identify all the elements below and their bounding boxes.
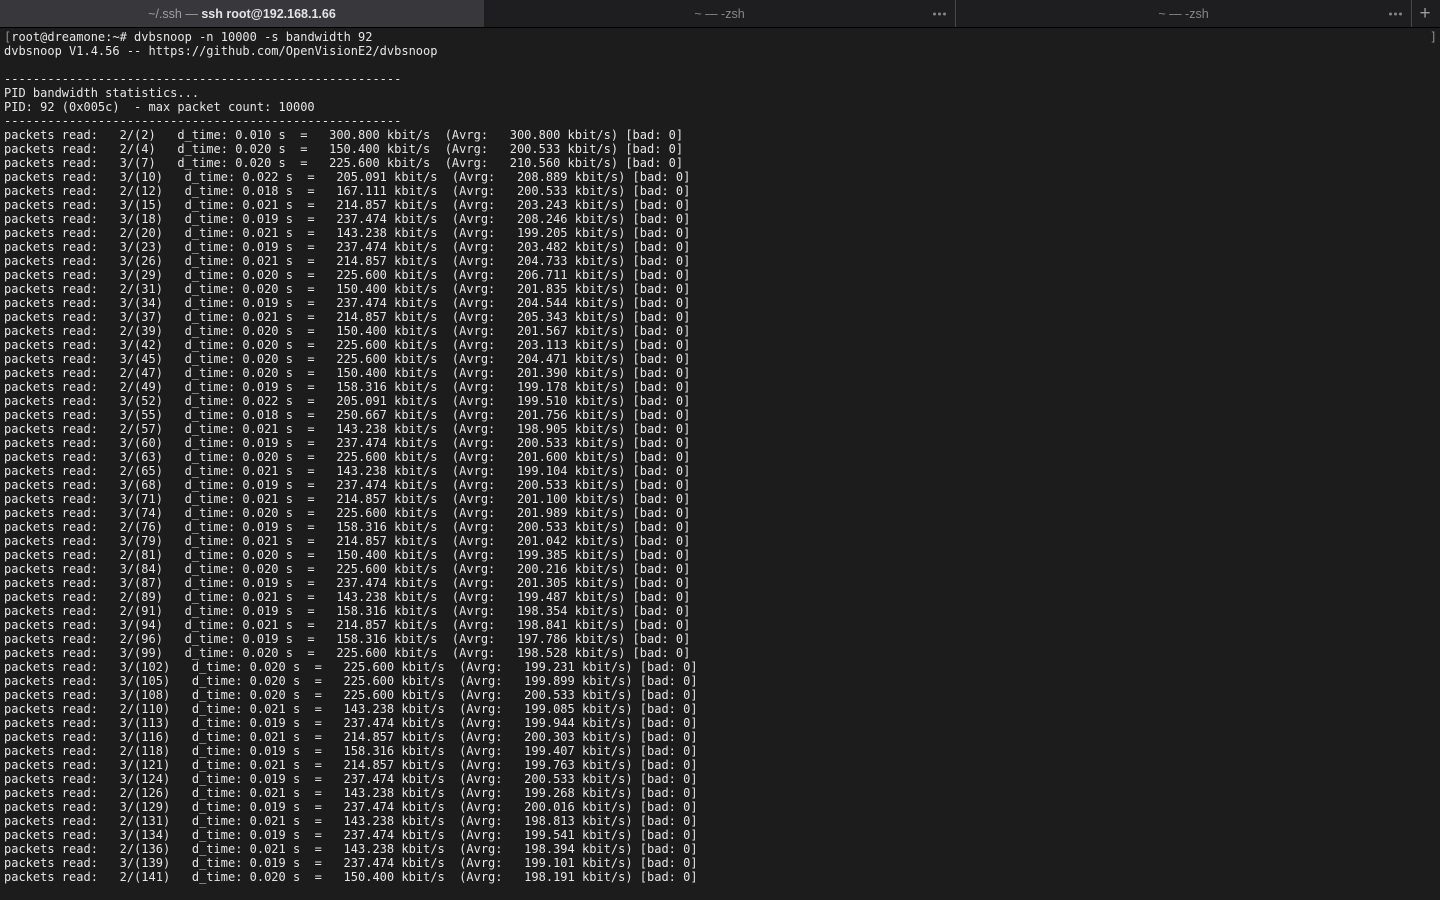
terminal-line: packets read: 2/(81) d_time: 0.020 s = 1… bbox=[4, 548, 1440, 562]
terminal-line: packets read: 2/(39) d_time: 0.020 s = 1… bbox=[4, 324, 1440, 338]
tab-bar: ~/.ssh — ssh root@192.168.1.66 ~ — -zsh … bbox=[0, 0, 1440, 28]
terminal-line: packets read: 3/(121) d_time: 0.021 s = … bbox=[4, 758, 1440, 772]
terminal-line: [root@dreamone:~# dvbsnoop -n 10000 -s b… bbox=[4, 30, 1440, 44]
terminal-line: packets read: 3/(74) d_time: 0.020 s = 2… bbox=[4, 506, 1440, 520]
terminal-line: packets read: 3/(45) d_time: 0.020 s = 2… bbox=[4, 352, 1440, 366]
terminal-line: packets read: 3/(63) d_time: 0.020 s = 2… bbox=[4, 450, 1440, 464]
tab-title: ~ — -zsh bbox=[694, 7, 744, 21]
right-edge-mark: ] bbox=[1430, 30, 1437, 44]
terminal-line: packets read: 3/(55) d_time: 0.018 s = 2… bbox=[4, 408, 1440, 422]
terminal-line: dvbsnoop V1.4.56 -- https://github.com/O… bbox=[4, 44, 1440, 58]
terminal-line: packets read: 3/(60) d_time: 0.019 s = 2… bbox=[4, 436, 1440, 450]
ellipsis-icon[interactable] bbox=[1389, 12, 1402, 15]
terminal-line: packets read: 2/(65) d_time: 0.021 s = 1… bbox=[4, 464, 1440, 478]
terminal-line: packets read: 2/(110) d_time: 0.021 s = … bbox=[4, 702, 1440, 716]
plus-icon: + bbox=[1419, 3, 1430, 25]
terminal-line: packets read: 2/(57) d_time: 0.021 s = 1… bbox=[4, 422, 1440, 436]
terminal-line: packets read: 3/(99) d_time: 0.020 s = 2… bbox=[4, 646, 1440, 660]
terminal-line: packets read: 2/(2) d_time: 0.010 s = 30… bbox=[4, 128, 1440, 142]
terminal-line: packets read: 3/(108) d_time: 0.020 s = … bbox=[4, 688, 1440, 702]
terminal-line: packets read: 3/(105) d_time: 0.020 s = … bbox=[4, 674, 1440, 688]
terminal-line: packets read: 2/(4) d_time: 0.020 s = 15… bbox=[4, 142, 1440, 156]
terminal-line: packets read: 3/(34) d_time: 0.019 s = 2… bbox=[4, 296, 1440, 310]
terminal-line: packets read: 2/(136) d_time: 0.021 s = … bbox=[4, 842, 1440, 856]
terminal-line: packets read: 3/(71) d_time: 0.021 s = 2… bbox=[4, 492, 1440, 506]
terminal-line: ----------------------------------------… bbox=[4, 114, 1440, 128]
terminal-line: packets read: 3/(18) d_time: 0.019 s = 2… bbox=[4, 212, 1440, 226]
terminal-line: packets read: 2/(141) d_time: 0.020 s = … bbox=[4, 870, 1440, 884]
tab-title-command: ssh root@192.168.1.66 bbox=[201, 7, 336, 21]
new-tab-button[interactable]: + bbox=[1411, 0, 1438, 27]
terminal-line: packets read: 3/(52) d_time: 0.022 s = 2… bbox=[4, 394, 1440, 408]
tab-zsh-1[interactable]: ~ — -zsh bbox=[484, 0, 955, 27]
terminal-line: packets read: 3/(79) d_time: 0.021 s = 2… bbox=[4, 534, 1440, 548]
ellipsis-icon[interactable] bbox=[933, 12, 946, 15]
terminal-line: packets read: 3/(84) d_time: 0.020 s = 2… bbox=[4, 562, 1440, 576]
terminal-line: packets read: 3/(37) d_time: 0.021 s = 2… bbox=[4, 310, 1440, 324]
terminal-line: packets read: 3/(29) d_time: 0.020 s = 2… bbox=[4, 268, 1440, 282]
terminal-line: packets read: 2/(118) d_time: 0.019 s = … bbox=[4, 744, 1440, 758]
terminal-line: packets read: 3/(129) d_time: 0.019 s = … bbox=[4, 800, 1440, 814]
terminal-line: packets read: 3/(10) d_time: 0.022 s = 2… bbox=[4, 170, 1440, 184]
terminal-line: packets read: 3/(42) d_time: 0.020 s = 2… bbox=[4, 338, 1440, 352]
terminal-line: packets read: 2/(126) d_time: 0.021 s = … bbox=[4, 786, 1440, 800]
tab-title-path: ~/.ssh — bbox=[148, 7, 201, 21]
terminal-line: packets read: 3/(26) d_time: 0.021 s = 2… bbox=[4, 254, 1440, 268]
terminal-line: packets read: 3/(68) d_time: 0.019 s = 2… bbox=[4, 478, 1440, 492]
terminal-line: packets read: 2/(89) d_time: 0.021 s = 1… bbox=[4, 590, 1440, 604]
terminal-line: packets read: 3/(139) d_time: 0.019 s = … bbox=[4, 856, 1440, 870]
terminal-line: packets read: 2/(12) d_time: 0.018 s = 1… bbox=[4, 184, 1440, 198]
terminal-line: packets read: 2/(131) d_time: 0.021 s = … bbox=[4, 814, 1440, 828]
terminal-line: packets read: 3/(15) d_time: 0.021 s = 2… bbox=[4, 198, 1440, 212]
terminal-line bbox=[4, 58, 1440, 72]
terminal-line: PID bandwidth statistics... bbox=[4, 86, 1440, 100]
terminal-line: packets read: 3/(116) d_time: 0.021 s = … bbox=[4, 730, 1440, 744]
tab-title: ~/.ssh — ssh root@192.168.1.66 bbox=[148, 7, 336, 21]
terminal-line: packets read: 2/(91) d_time: 0.019 s = 1… bbox=[4, 604, 1440, 618]
terminal-line: packets read: 3/(124) d_time: 0.019 s = … bbox=[4, 772, 1440, 786]
terminal-line: packets read: 3/(113) d_time: 0.019 s = … bbox=[4, 716, 1440, 730]
tab-zsh-2[interactable]: ~ — -zsh bbox=[955, 0, 1411, 27]
terminal-line: packets read: 2/(47) d_time: 0.020 s = 1… bbox=[4, 366, 1440, 380]
terminal-line: packets read: 3/(23) d_time: 0.019 s = 2… bbox=[4, 240, 1440, 254]
terminal-line: packets read: 2/(96) d_time: 0.019 s = 1… bbox=[4, 632, 1440, 646]
terminal-line: packets read: 2/(20) d_time: 0.021 s = 1… bbox=[4, 226, 1440, 240]
terminal-line: PID: 92 (0x005c) - max packet count: 100… bbox=[4, 100, 1440, 114]
terminal-line: packets read: 3/(87) d_time: 0.019 s = 2… bbox=[4, 576, 1440, 590]
terminal-line: packets read: 2/(31) d_time: 0.020 s = 1… bbox=[4, 282, 1440, 296]
terminal-line: packets read: 3/(134) d_time: 0.019 s = … bbox=[4, 828, 1440, 842]
terminal-line: packets read: 2/(49) d_time: 0.019 s = 1… bbox=[4, 380, 1440, 394]
terminal-line: packets read: 3/(102) d_time: 0.020 s = … bbox=[4, 660, 1440, 674]
terminal-line: packets read: 3/(94) d_time: 0.021 s = 2… bbox=[4, 618, 1440, 632]
terminal-line: packets read: 2/(76) d_time: 0.019 s = 1… bbox=[4, 520, 1440, 534]
terminal-window: ~/.ssh — ssh root@192.168.1.66 ~ — -zsh … bbox=[0, 0, 1440, 900]
left-edge-mark: [ bbox=[4, 30, 11, 44]
terminal-line: ----------------------------------------… bbox=[4, 72, 1440, 86]
terminal-line: packets read: 3/(7) d_time: 0.020 s = 22… bbox=[4, 156, 1440, 170]
tab-title: ~ — -zsh bbox=[1158, 7, 1208, 21]
tab-ssh-session[interactable]: ~/.ssh — ssh root@192.168.1.66 bbox=[0, 0, 484, 27]
terminal-output[interactable]: ] [root@dreamone:~# dvbsnoop -n 10000 -s… bbox=[0, 28, 1440, 899]
